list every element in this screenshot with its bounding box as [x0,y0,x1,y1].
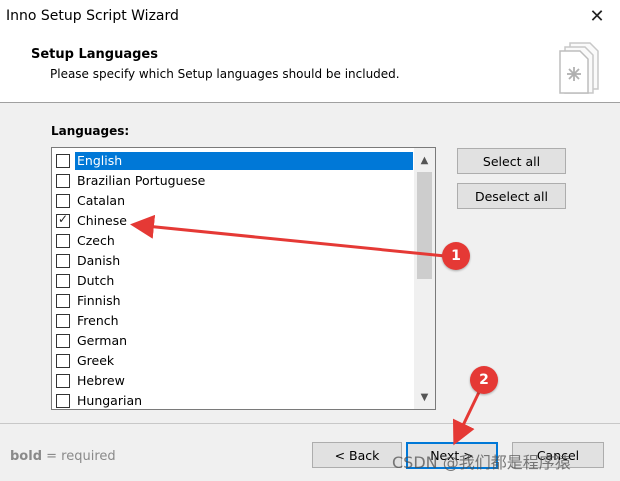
title-bar: Inno Setup Script Wizard ✕ [0,0,620,33]
language-checkbox[interactable] [56,334,70,348]
list-item[interactable]: Greek [52,351,414,371]
scrollbar-thumb[interactable] [417,172,432,279]
language-label: Hebrew [77,373,125,388]
list-item[interactable]: Brazilian Portuguese [52,171,414,191]
language-checkbox[interactable] [56,274,70,288]
language-checkbox[interactable] [56,234,70,248]
language-label: Danish [77,253,121,268]
watermark: CSDN @我们都是程序猿 [392,453,571,472]
language-label: Chinese [77,213,127,228]
deselect-all-button[interactable]: Deselect all [457,183,566,209]
language-checkbox[interactable] [56,374,70,388]
wizard-header: Setup Languages Please specify which Set… [0,33,620,103]
back-button[interactable]: < Back [312,442,402,468]
language-label: German [77,333,128,348]
wizard-document-icon [559,42,599,94]
language-checkbox[interactable] [56,194,70,208]
list-item[interactable]: English [52,151,414,171]
page-title: Setup Languages [31,47,158,62]
required-hint: bold = required [10,449,116,464]
list-item[interactable]: Dutch [52,271,414,291]
language-label: Greek [77,353,115,368]
checkmark-icon: ✓ [58,212,69,226]
annotation-arrow-2 [452,389,482,446]
window-title: Inno Setup Script Wizard [6,8,179,24]
list-item[interactable]: Czech [52,231,414,251]
list-item[interactable]: ✓ Chinese [52,211,414,231]
scroll-down-icon[interactable]: ▼ [414,387,435,407]
page-subtitle: Please specify which Setup languages sho… [50,67,400,81]
scroll-up-icon[interactable]: ▲ [414,150,435,170]
list-item[interactable]: Finnish [52,291,414,311]
language-label: Hungarian [77,393,143,408]
language-checkbox[interactable] [56,154,70,168]
list-item[interactable]: Catalan [52,191,414,211]
language-label: French [77,313,119,328]
language-checkbox[interactable] [56,394,70,408]
languages-list: English Brazilian Portuguese Catalan ✓ Chine… [52,151,414,409]
language-checkbox[interactable] [56,314,70,328]
language-label: Dutch [77,273,115,288]
list-item[interactable]: German [52,331,414,351]
language-label: Catalan [77,193,126,208]
language-checkbox[interactable] [56,294,70,308]
required-hint-bold: bold [10,449,42,464]
list-item[interactable]: Danish [52,251,414,271]
language-checkbox[interactable] [56,354,70,368]
list-item[interactable]: French [52,311,414,331]
list-item[interactable]: Hebrew [52,371,414,391]
language-label: Finnish [77,293,121,308]
list-item[interactable]: Hungarian [52,391,414,409]
annotation-marker-2: 2 [470,366,498,394]
language-label: Brazilian Portuguese [77,173,206,188]
select-all-button[interactable]: Select all [457,148,566,174]
footer-divider [0,423,620,424]
language-checkbox[interactable] [56,174,70,188]
language-checkbox[interactable]: ✓ [56,212,70,228]
language-checkbox[interactable] [56,254,70,268]
annotation-marker-1: 1 [442,242,470,270]
language-label: English [75,152,413,170]
language-label: Czech [77,233,115,248]
languages-scrollbar[interactable]: ▲ ▼ [414,148,435,409]
languages-label: Languages: [51,124,130,138]
close-icon[interactable]: ✕ [574,0,620,33]
required-hint-text: = required [42,449,116,464]
languages-listbox[interactable]: English Brazilian Portuguese Catalan ✓ Chine… [51,147,436,410]
